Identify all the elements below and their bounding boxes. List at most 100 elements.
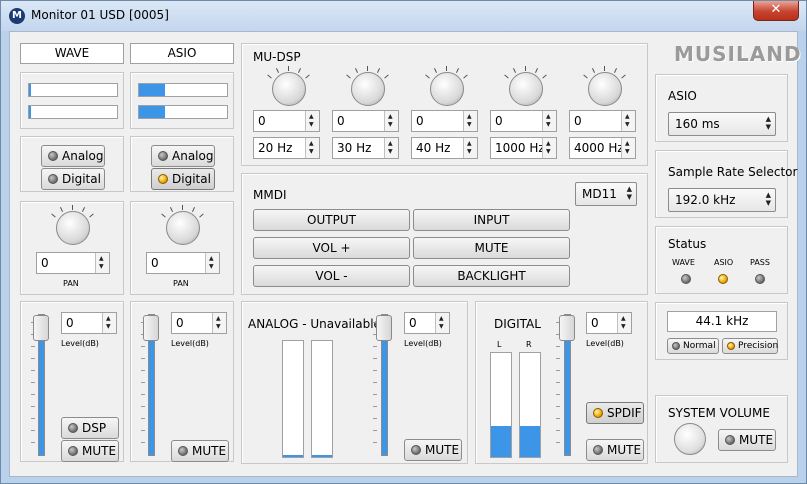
spin-arrows[interactable]: ▲ ▼ [205,253,219,273]
led-icon [727,342,735,350]
button-label: DSP [82,421,107,435]
eq-gain-spinner[interactable]: 0 ▲ ▼ [411,110,478,132]
eq-frequency-spinner[interactable]: 20 Hz ▲ ▼ [253,137,320,159]
spin-arrows[interactable]: ▲ ▼ [95,253,109,273]
spin-arrows[interactable]: ▲ ▼ [102,313,116,333]
button-label: MUTE [82,444,117,458]
wave-level-label: Level(dB) [61,339,99,348]
spin-value: 0 [337,114,345,128]
led-icon [725,435,735,445]
status-title: Status [668,237,707,251]
analog-level-left [282,340,304,458]
digital-level-right [519,352,541,458]
digital-level-spinner[interactable]: 0 ▲ ▼ [586,312,632,334]
button-label: MUTE [192,444,227,458]
mmdi-backlight-button[interactable]: BACKLIGHT [413,265,570,287]
spin-arrows[interactable]: ▲ ▼ [435,313,449,333]
eq-gain-knob[interactable] [588,72,622,106]
wave-mute-button[interactable]: MUTE [61,440,119,462]
digital-level-label: Level(dB) [586,339,624,348]
spin-value: 20 Hz [258,141,293,155]
eq-gain-spinner[interactable]: 0 ▲ ▼ [490,110,557,132]
analog-fader-thumb[interactable] [376,315,392,341]
eq-gain-knob[interactable] [351,72,385,106]
sample-rate-panel: Sample Rate Selector 192.0 kHz ▲ ▼ [655,150,797,218]
spin-arrows[interactable]: ▲ ▼ [463,138,477,158]
spin-arrows[interactable]: ▲ ▼ [212,313,226,333]
select-value: 192.0 kHz [675,193,736,207]
wave-fader-thumb[interactable] [33,315,49,341]
wave-pan-spinner[interactable]: 0 ▲ ▼ [36,252,110,274]
eq-frequency-spinner[interactable]: 1000 Hz ▲ ▼ [490,137,557,159]
spin-value: 30 Hz [337,141,372,155]
mmdi-device-select[interactable]: MD11 ▲ ▼ [575,182,637,206]
asio-pan-knob[interactable] [166,211,200,245]
eq-gain-knob[interactable] [509,72,543,106]
analog-mute-button[interactable]: MUTE [404,439,462,461]
spin-arrows[interactable]: ▲ ▼ [384,138,398,158]
digital-left-label: L [497,340,502,349]
eq-frequency-spinner[interactable]: 4000 Hz ▲ ▼ [569,137,636,159]
led-icon [158,151,168,161]
eq-gain-spinner[interactable]: 0 ▲ ▼ [332,110,399,132]
spin-arrows[interactable]: ▲ ▼ [463,111,477,131]
asio-analog-button[interactable]: Analog [151,145,215,167]
spin-arrows[interactable]: ▲ ▼ [621,111,635,131]
spin-arrows[interactable]: ▲ ▼ [305,138,319,158]
asio-fader-thumb[interactable] [143,315,159,341]
asio-digital-button[interactable]: Digital [151,168,215,190]
spin-arrows[interactable]: ▲ ▼ [542,138,556,158]
asio-pan-panel: 0 ▲ ▼ PAN [130,201,234,295]
digital-title: DIGITAL [494,317,541,331]
bar-fill [520,425,540,457]
wave-analog-button[interactable]: Analog [41,145,105,167]
mmdi-vol-down-button[interactable]: VOL - [253,265,410,287]
eq-gain-spinner[interactable]: 0 ▲ ▼ [253,110,320,132]
asio-latency-select[interactable]: 160 ms ▲ ▼ [668,112,776,136]
system-mute-button[interactable]: MUTE [718,429,776,451]
digital-mute-button[interactable]: MUTE [586,439,644,461]
clock-panel: 44.1 kHz Normal Precision [655,302,788,360]
wave-pan-knob[interactable] [56,211,90,245]
clock-precision-button[interactable]: Precision [722,338,778,354]
wave-meter-left [28,83,118,97]
asio-pan-spinner[interactable]: 0 ▲ ▼ [146,252,220,274]
wave-level-spinner[interactable]: 0 ▲ ▼ [61,312,117,334]
analog-level-spinner[interactable]: 0 ▲ ▼ [404,312,450,334]
close-button[interactable]: ✕ [753,1,799,21]
title-bar[interactable]: M Monitor 01 USD [0005] ✕ [1,1,806,31]
asio-pan-label: PAN [173,279,189,288]
bar-fill [312,454,332,457]
system-volume-panel: SYSTEM VOLUME MUTE [655,395,788,463]
spin-arrows[interactable]: ▲ ▼ [621,138,635,158]
wave-digital-button[interactable]: Digital [41,168,105,190]
mmdi-output-button[interactable]: OUTPUT [253,209,410,231]
button-label: MUTE [739,433,774,447]
asio-level-spinner[interactable]: 0 ▲ ▼ [171,312,227,334]
spin-arrows[interactable]: ▲ ▼ [542,111,556,131]
fader-fill [149,322,154,455]
asio-mute-button[interactable]: MUTE [171,440,229,462]
dsp-button[interactable]: DSP [61,417,119,439]
spdif-button[interactable]: SPDIF [586,402,644,424]
sample-rate-select[interactable]: 192.0 kHz ▲ ▼ [668,188,776,212]
system-volume-knob[interactable] [674,423,706,455]
clock-normal-button[interactable]: Normal [667,338,719,354]
fader-fill [382,322,387,455]
eq-frequency-spinner[interactable]: 30 Hz ▲ ▼ [332,137,399,159]
status-wave-led [681,274,691,284]
mmdi-vol-up-button[interactable]: VOL + [253,237,410,259]
spin-arrows[interactable]: ▲ ▼ [305,111,319,131]
mmdi-mute-button[interactable]: MUTE [413,237,570,259]
eq-gain-knob[interactable] [430,72,464,106]
spin-arrows[interactable]: ▲ ▼ [384,111,398,131]
eq-gain-spinner[interactable]: 0 ▲ ▼ [569,110,636,132]
digital-fader-thumb[interactable] [559,315,575,341]
mmdi-panel: MMDI MD11 ▲ ▼ OUTPUT INPUT VOL + MUTE VOL … [241,173,648,295]
asio-source-panel: Analog Digital [130,136,234,192]
button-label: MUTE [425,443,460,457]
eq-frequency-spinner[interactable]: 40 Hz ▲ ▼ [411,137,478,159]
spin-arrows[interactable]: ▲ ▼ [617,313,631,333]
eq-gain-knob[interactable] [272,72,306,106]
mmdi-input-button[interactable]: INPUT [413,209,570,231]
